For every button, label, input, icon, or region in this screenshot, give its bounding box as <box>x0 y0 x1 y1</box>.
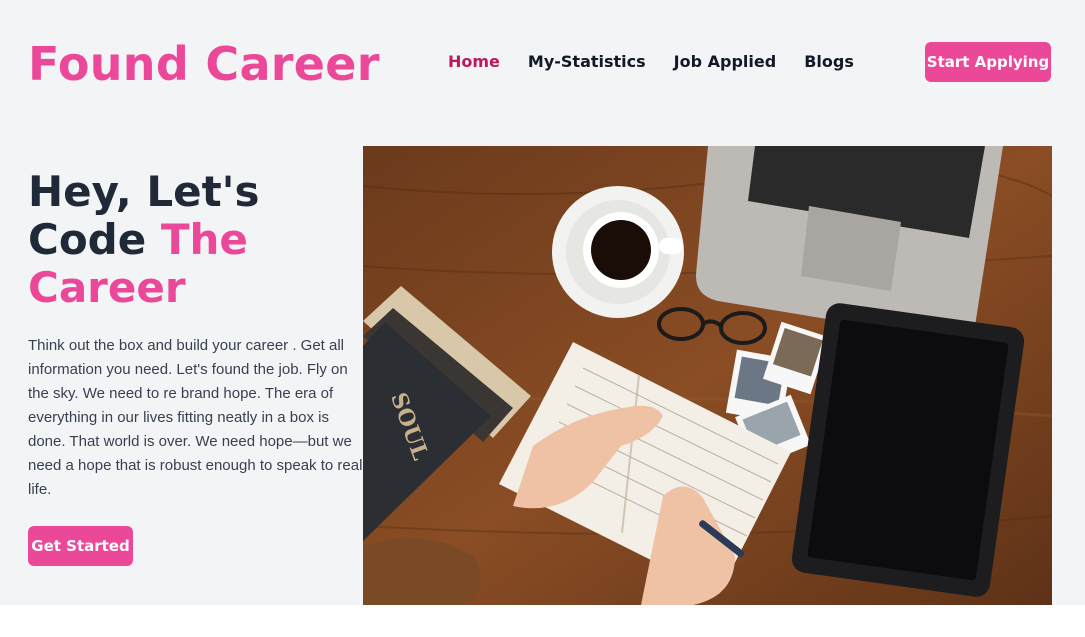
get-started-button[interactable]: Get Started <box>28 526 133 566</box>
hero-description: Think out the box and build your career … <box>28 337 363 498</box>
nav-job-applied[interactable]: Job Applied <box>674 50 777 74</box>
brand-logo[interactable]: Found Career <box>28 36 380 92</box>
hero-title: Hey, Let's Code The Career <box>28 168 358 312</box>
main-nav: Home My-Statistics Job Applied Blogs <box>448 50 854 74</box>
nav-blogs[interactable]: Blogs <box>804 50 854 74</box>
hero-image: SOUL <box>363 146 1052 605</box>
coffee-cup-illustration <box>552 186 684 318</box>
tablet-illustration <box>791 303 1025 597</box>
page: Found Career Home My-Statistics Job Appl… <box>0 0 1085 605</box>
start-applying-button[interactable]: Start Applying <box>925 42 1051 82</box>
nav-my-statistics[interactable]: My-Statistics <box>528 50 646 74</box>
nav-home[interactable]: Home <box>448 50 500 74</box>
